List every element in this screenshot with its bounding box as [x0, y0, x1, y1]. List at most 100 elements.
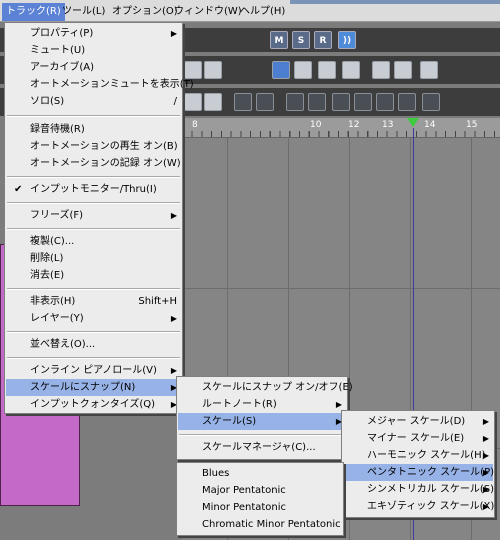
draw-tool-icon[interactable]	[342, 61, 360, 79]
menu-item-inline-piano-roll[interactable]: インライン ピアノロール(V) ▶	[6, 362, 181, 379]
menu-item-automation-read[interactable]: オートメーションの再生 オン(B)	[6, 138, 181, 155]
menu-item-blues[interactable]: Blues	[178, 465, 342, 482]
menu-item-label: 非表示(H)	[30, 296, 76, 307]
ruler-label: 8	[192, 120, 198, 130]
view-tile-icon[interactable]	[308, 93, 326, 111]
solo-button[interactable]: S	[292, 31, 310, 49]
menu-item-freeze[interactable]: フリーズ(F) ▶	[6, 207, 181, 224]
ruler-label: 13	[382, 120, 394, 130]
shortcut-label: /	[173, 96, 177, 107]
menu-item-solo[interactable]: ソロ(S) /	[6, 93, 181, 110]
menu-item-label: スケールにスナップ オン/オフ(E)	[202, 382, 353, 393]
menu-item-erase[interactable]: 消去(E)	[6, 267, 181, 284]
menu-item-label: インプットモニター/Thru(I)	[30, 184, 157, 195]
menu-item-symmetrical-scale[interactable]: シンメトリカル スケール(S) ▶	[343, 481, 495, 498]
note-whole-icon[interactable]	[272, 61, 290, 79]
menu-item-archive[interactable]: アーカイブ(A)	[6, 59, 181, 76]
track-menu: プロパティ(P) ▶ ミュート(U) アーカイブ(A) オートメーションミュートを…	[4, 22, 194, 414]
mute-button[interactable]: M	[270, 31, 288, 49]
submenu-arrow-icon: ▶	[482, 485, 489, 494]
view-grid2-icon[interactable]	[398, 93, 416, 111]
menu-item-minor-pentatonic[interactable]: Minor Pentatonic	[178, 499, 342, 516]
snap-to-scale-menu: スケールにスナップ オン/オフ(E) ルートノート(R) ▶ スケール(S) ▶ ス…	[176, 376, 353, 460]
menu-item-layers[interactable]: レイヤー(Y) ▶	[6, 310, 181, 327]
menu-item-label: 削除(L)	[30, 253, 64, 264]
menu-item-label: Major Pentatonic	[202, 485, 286, 496]
menu-item-scale[interactable]: スケール(S) ▶	[178, 413, 346, 430]
menu-item-label: 録音待機(R)	[30, 124, 85, 135]
menu-window[interactable]: ウィンドウ(W)	[170, 4, 246, 20]
title-bar	[290, 0, 500, 4]
playhead-marker[interactable]	[407, 118, 419, 127]
menu-item-label: Minor Pentatonic	[202, 502, 287, 513]
menu-item-label: マイナー スケール(E)	[367, 433, 465, 444]
menu-item-label: ハーモニック スケール(H)	[367, 450, 486, 461]
menu-item-pentatonic-scale[interactable]: ペンタトニック スケール(P) ▶	[343, 464, 494, 481]
select-tool-icon[interactable]	[318, 61, 336, 79]
view-record-icon[interactable]	[204, 93, 222, 111]
menu-help[interactable]: ヘルプ(H)	[236, 4, 289, 20]
menu-item-chromatic-minor-pentatonic[interactable]: Chromatic Minor Pentatonic	[178, 516, 342, 533]
view-split-icon[interactable]	[286, 93, 304, 111]
menu-item-record-arm[interactable]: 録音待機(R)	[6, 121, 181, 138]
menu-item-label: アーカイブ(A)	[30, 62, 95, 73]
view-list-icon[interactable]	[256, 93, 274, 111]
clock-icon[interactable]	[394, 61, 412, 79]
menu-separator	[179, 434, 345, 436]
view-blank-icon[interactable]	[332, 93, 350, 111]
menu-item-input-monitor[interactable]: ✔ インプットモニター/Thru(I)	[6, 181, 181, 198]
menu-item-harmonic-scale[interactable]: ハーモニック スケール(H) ▶	[343, 447, 493, 464]
input-echo-icon[interactable]: ))	[338, 31, 356, 49]
submenu-arrow-icon: ▶	[170, 314, 177, 323]
speaker-icon[interactable]	[372, 61, 390, 79]
menu-item-label: プロパティ(P)	[30, 28, 94, 39]
menu-item-label: インライン ピアノロール(V)	[30, 365, 157, 376]
menubar: トラック(R) ツール(L) オプション(O) ウィンドウ(W) ヘルプ(H)	[0, 0, 500, 22]
menu-track[interactable]: トラック(R)	[2, 3, 65, 21]
menu-item-duplicate[interactable]: 複製(C)...	[6, 233, 181, 250]
menu-item-hide[interactable]: 非表示(H) Shift+H	[6, 293, 181, 310]
menu-item-delete[interactable]: 削除(L)	[6, 250, 181, 267]
menu-item-show-automation-mute[interactable]: オートメーションミュートを表示(T)	[6, 76, 194, 93]
view-grid-icon[interactable]	[184, 93, 202, 111]
menu-item-major-pentatonic[interactable]: Major Pentatonic	[178, 482, 342, 499]
menu-item-label: ミュート(U)	[30, 45, 86, 56]
menu-tools[interactable]: ツール(L)	[58, 4, 109, 20]
menu-separator	[7, 357, 180, 359]
menu-item-input-quantize[interactable]: インプットクォンタイズ(Q) ▶	[6, 396, 181, 413]
menu-item-root-note[interactable]: ルートノート(R) ▶	[178, 396, 346, 413]
ruler-label: 15	[466, 120, 478, 130]
menu-item-automation-write[interactable]: オートメーションの記録 オン(W)	[6, 155, 181, 172]
view-empty-icon[interactable]	[422, 93, 440, 111]
menu-separator	[7, 331, 180, 333]
punch-icon[interactable]	[204, 61, 222, 79]
menu-item-exotic-scale[interactable]: エキゾティック スケール(X) ▶	[343, 498, 494, 515]
pentatonic-scale-list: Blues Major Pentatonic Minor Pentatonic …	[176, 462, 344, 536]
menu-item-label: Blues	[202, 468, 230, 479]
menu-item-scale-manager[interactable]: スケールマネージャ(C)...	[178, 439, 346, 456]
view-mixer-icon[interactable]	[234, 93, 252, 111]
note-half-icon[interactable]	[294, 61, 312, 79]
menu-item-label: インプットクォンタイズ(Q)	[30, 399, 156, 410]
menu-item-label: Chromatic Minor Pentatonic	[202, 519, 341, 530]
menu-item-label: メジャー スケール(D)	[367, 416, 466, 427]
view-box-icon[interactable]	[376, 93, 394, 111]
menu-item-major-scale[interactable]: メジャー スケール(D) ▶	[343, 413, 493, 430]
menu-separator	[7, 228, 180, 230]
check-icon: ✔	[14, 184, 23, 195]
view-lines-icon[interactable]	[354, 93, 372, 111]
menu-item-sort[interactable]: 並べ替え(O)...	[6, 336, 181, 353]
menu-item-snap-toggle[interactable]: スケールにスナップ オン/オフ(E)	[178, 379, 353, 396]
edit-icon[interactable]	[420, 61, 438, 79]
menu-item-minor-scale[interactable]: マイナー スケール(E) ▶	[343, 430, 493, 447]
record-arm-button[interactable]: R	[314, 31, 332, 49]
timeline-ruler[interactable]: 8 10 12 13 14 15	[182, 118, 500, 138]
menu-item-snap-to-scale[interactable]: スケールにスナップ(N) ▶	[6, 379, 181, 396]
menu-item-label: ルートノート(R)	[202, 399, 277, 410]
menu-item-properties[interactable]: プロパティ(P) ▶	[6, 25, 181, 42]
menu-item-label: シンメトリカル スケール(S)	[367, 484, 495, 495]
menu-item-label: スケールにスナップ(N)	[30, 382, 136, 393]
menu-item-label: スケールマネージャ(C)...	[202, 442, 316, 453]
menu-item-label: フリーズ(F)	[30, 210, 84, 221]
menu-item-mute[interactable]: ミュート(U)	[6, 42, 181, 59]
